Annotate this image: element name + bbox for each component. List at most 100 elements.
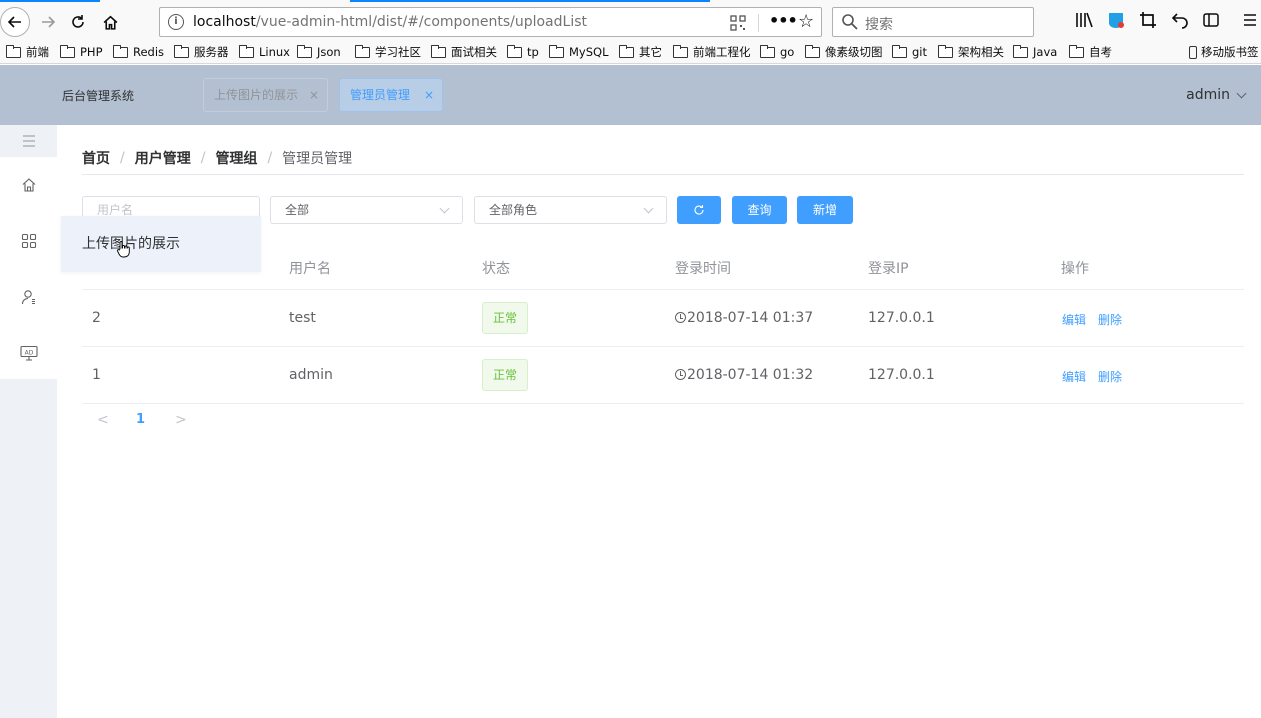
close-icon[interactable]: × <box>424 79 434 111</box>
bookmark-folder[interactable]: go <box>760 44 794 60</box>
folder-icon <box>355 44 370 58</box>
tab-label: 上传图片的展示 <box>214 88 299 102</box>
library-icon[interactable] <box>1074 10 1094 30</box>
folder-icon <box>1069 44 1084 58</box>
tab-upload-images[interactable]: 上传图片的展示 × <box>203 78 328 112</box>
mobile-bookmarks[interactable]: 移动版书签 <box>1189 44 1259 60</box>
bookmark-folder[interactable]: 学习社区 <box>355 44 421 60</box>
bookmark-folder[interactable]: 架构相关 <box>938 44 1004 60</box>
more-actions-icon[interactable]: ••• <box>769 11 798 30</box>
sidebar-item-users[interactable] <box>0 269 57 325</box>
edit-button[interactable]: 编辑 <box>1062 311 1086 328</box>
add-button[interactable]: 新增 <box>797 196 853 224</box>
search-icon <box>842 14 858 30</box>
bookmark-folder[interactable]: Linux <box>239 44 290 60</box>
reload-button[interactable] <box>64 8 92 36</box>
ad-icon: AD <box>19 345 38 361</box>
pagination-next-button[interactable]: > <box>175 412 187 428</box>
sidebar-item-ads[interactable]: AD <box>0 325 57 381</box>
sidebar-toggle-icon[interactable] <box>1201 10 1221 30</box>
bookmark-folder[interactable]: PHP <box>60 44 103 60</box>
back-button[interactable] <box>0 7 30 37</box>
query-button[interactable]: 查询 <box>732 196 787 224</box>
info-icon[interactable]: i <box>168 14 184 30</box>
chevron-down-icon <box>1236 88 1247 98</box>
folder-icon <box>507 44 522 58</box>
folder-icon <box>673 44 688 58</box>
cell-id: 1 <box>92 367 101 383</box>
bookmark-folder[interactable]: MySQL <box>549 44 609 60</box>
address-bar[interactable]: i localhost/vue-admin-html/dist/#/compon… <box>159 7 822 37</box>
cell-login-time: 2018-07-14 01:32 <box>675 367 813 383</box>
bookmark-folder[interactable]: Json <box>297 44 341 60</box>
pagination-prev-button[interactable]: < <box>97 412 109 428</box>
forward-button[interactable] <box>34 8 62 36</box>
folder-icon <box>549 44 564 58</box>
column-header-status: 状态 <box>482 261 510 277</box>
bookmark-folder[interactable]: Java <box>1013 44 1057 60</box>
sidebar: AD <box>0 125 57 718</box>
bookmark-folder[interactable]: tp <box>507 44 539 60</box>
status-badge: 正常 <box>482 359 528 391</box>
svg-text:AD: AD <box>24 350 33 357</box>
folder-icon <box>239 44 254 58</box>
breadcrumb-home[interactable]: 首页 <box>82 148 110 168</box>
breadcrumb-current: 管理员管理 <box>282 151 353 167</box>
breadcrumb: 首页 / 用户管理 / 管理组 / 管理员管理 <box>82 148 352 168</box>
home-icon <box>103 15 117 30</box>
edit-button[interactable]: 编辑 <box>1062 368 1086 385</box>
refresh-button[interactable] <box>677 196 721 224</box>
bookmark-folder[interactable]: 面试相关 <box>431 44 497 60</box>
folder-icon <box>619 44 634 58</box>
clock-icon <box>675 369 686 380</box>
close-icon[interactable]: × <box>309 79 319 111</box>
chevron-down-icon <box>439 203 450 214</box>
bookmark-star-icon[interactable]: ☆ <box>798 11 814 32</box>
delete-button[interactable]: 删除 <box>1098 368 1122 385</box>
app-title: 后台管理系统 <box>62 89 135 103</box>
undo-icon[interactable] <box>1170 10 1190 30</box>
extension-icon[interactable] <box>1106 10 1126 30</box>
screenshot-icon[interactable] <box>1138 10 1158 30</box>
hamburger-menu-icon[interactable] <box>1240 10 1260 30</box>
sidebar-item-home[interactable] <box>0 157 57 213</box>
sidebar-flyout-item[interactable]: 上传图片的展示 <box>61 216 261 272</box>
bookmark-folder[interactable]: 前端 <box>6 44 49 60</box>
menu-icon <box>22 135 35 147</box>
folder-icon <box>60 44 75 58</box>
home-button[interactable] <box>96 8 124 36</box>
qr-code-icon[interactable] <box>730 15 746 31</box>
browser-toolbar: i localhost/vue-admin-html/dist/#/compon… <box>0 0 1261 40</box>
cell-login-ip: 127.0.0.1 <box>868 367 935 383</box>
role-select[interactable]: 全部角色 <box>474 196 667 224</box>
arrow-left-icon <box>7 16 21 28</box>
tab-strip <box>0 0 1261 2</box>
folder-icon <box>805 44 820 58</box>
sidebar-item-components[interactable] <box>0 213 57 269</box>
breadcrumb-admin-group[interactable]: 管理组 <box>215 148 257 168</box>
status-select[interactable]: 全部 <box>270 196 463 224</box>
tab-admin-management[interactable]: 管理员管理 × <box>339 78 443 112</box>
column-header-login-ip: 登录IP <box>868 261 909 277</box>
folder-icon <box>174 44 189 58</box>
username-placeholder: 用户名 <box>97 203 134 217</box>
cell-username: test <box>289 310 316 326</box>
breadcrumb-user-management[interactable]: 用户管理 <box>135 148 191 168</box>
bookmark-folder[interactable]: 服务器 <box>174 44 229 60</box>
bookmark-folder[interactable]: 像素级切图 <box>805 44 883 60</box>
folder-icon <box>6 44 21 58</box>
url-divider <box>758 14 759 32</box>
browser-search-input[interactable]: 搜索 <box>832 7 1034 37</box>
bookmark-folder[interactable]: 其它 <box>619 44 662 60</box>
chevron-down-icon <box>643 203 654 214</box>
arrow-right-icon <box>42 16 56 28</box>
bookmark-folder[interactable]: 前端工程化 <box>673 44 751 60</box>
collapse-menu-button[interactable] <box>0 125 57 157</box>
pagination-page-1[interactable]: 1 <box>136 412 145 427</box>
user-dropdown[interactable]: admin <box>1186 87 1247 103</box>
side-menu: AD <box>0 157 57 379</box>
bookmark-folder[interactable]: Redis <box>113 44 164 60</box>
bookmark-folder[interactable]: 自考 <box>1069 44 1112 60</box>
delete-button[interactable]: 删除 <box>1098 311 1122 328</box>
bookmark-folder[interactable]: git <box>892 44 927 60</box>
